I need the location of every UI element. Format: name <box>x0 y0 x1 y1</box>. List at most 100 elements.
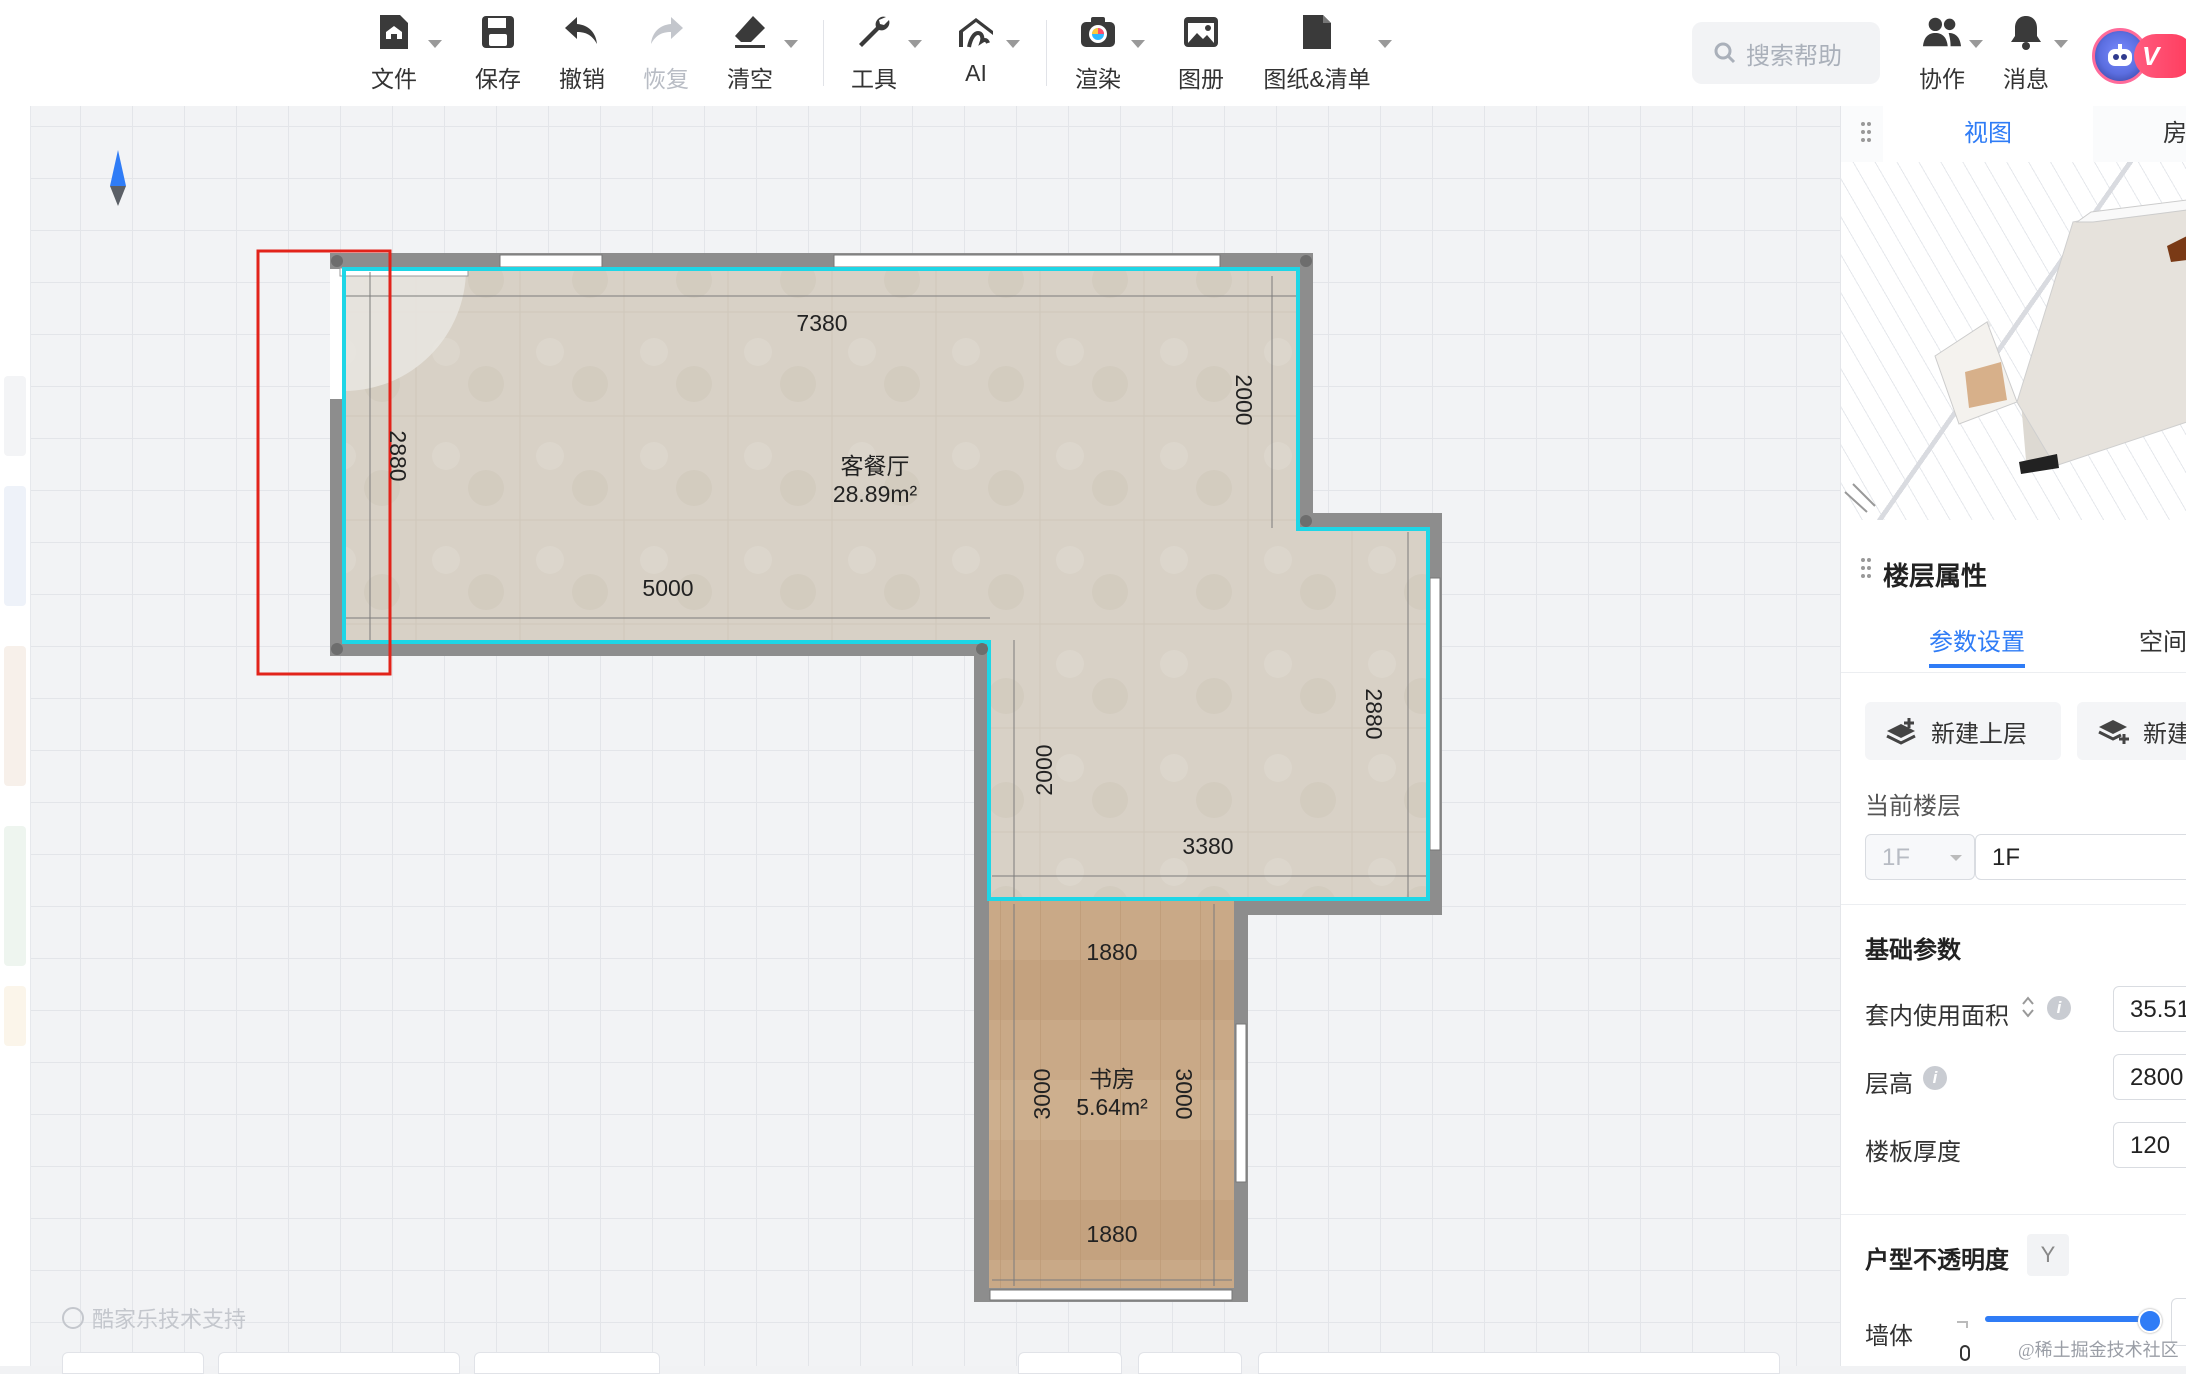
tab-room[interactable]: 房 <box>2163 106 2186 162</box>
dim-top-width: 7380 <box>796 310 847 336</box>
info-icon[interactable]: i <box>2047 996 2071 1020</box>
top-toolbar: 文件 保存 撤销 恢复 清空 工具 AI 渲染 图册 图纸&清单 搜索帮助 协作… <box>0 0 2186 107</box>
render-chevron-down-icon[interactable] <box>1131 40 1145 48</box>
file-menu-button[interactable]: 文件 <box>368 12 420 98</box>
drag-handle-icon[interactable] <box>1861 558 1871 582</box>
left-side-panel[interactable] <box>0 106 31 1366</box>
drawings-chevron-down-icon[interactable] <box>1378 40 1392 48</box>
dim-inner-vertical: 2000 <box>1031 744 1057 795</box>
dim-study-top: 1880 <box>1086 939 1137 965</box>
dim-study-right: 3000 <box>1171 1068 1197 1119</box>
layers-add-icon <box>2098 720 2129 744</box>
render-menu-button[interactable]: 渲染 <box>1072 12 1124 98</box>
active-tab-indicator <box>1929 664 2025 668</box>
image-album-icon <box>1181 12 1221 52</box>
link-chain-icon[interactable] <box>1955 1312 1975 1366</box>
vip-badge[interactable]: V <box>2134 34 2186 78</box>
divider <box>1841 904 2186 905</box>
bottom-tab[interactable] <box>474 1352 660 1374</box>
tech-support-credit: 酷家乐技术支持 <box>62 1302 246 1334</box>
living-dining-floor[interactable] <box>344 269 1428 899</box>
shield-check-icon <box>62 1307 84 1329</box>
room-area-study: 5.64m² <box>1076 1094 1148 1120</box>
collaborate-button[interactable]: 协作 <box>1912 12 1972 98</box>
right-properties-panel: 视图 房 楼层属性 参数设置 空间 新建上层 新建 当前楼层 1F 1F 基础参… <box>1840 106 2186 1366</box>
save-button[interactable]: 保存 <box>472 12 524 98</box>
floor-height-input[interactable]: 2800 <box>2113 1054 2186 1100</box>
floor-properties-title: 楼层属性 <box>1883 561 1988 591</box>
messages-button[interactable]: 消息 <box>2000 12 2052 98</box>
eraser-icon <box>730 12 770 52</box>
slab-thickness-label: 楼板厚度 <box>1865 1139 1961 1166</box>
ai-menu-button[interactable]: AI <box>950 12 1002 98</box>
tools-chevron-down-icon[interactable] <box>908 40 922 48</box>
drag-handle-icon[interactable] <box>1861 122 1871 146</box>
floor-name-input[interactable]: 1F <box>1975 834 2186 880</box>
bottom-tab[interactable] <box>1258 1352 1780 1374</box>
dim-right-lower: 2880 <box>1361 688 1387 739</box>
watermark-text: @稀土掘金技术社区 <box>2018 1340 2179 1360</box>
clear-chevron-down-icon[interactable] <box>784 40 798 48</box>
compass-north-icon[interactable] <box>110 150 126 206</box>
search-icon <box>1714 42 1736 64</box>
floorplan-drawing: 客餐厅 28.89m² 书房 5.64m² 7380 2000 2880 500… <box>110 150 1442 1302</box>
file-home-icon <box>374 12 414 52</box>
tools-menu-button[interactable]: 工具 <box>848 12 900 98</box>
left-panel-item[interactable] <box>4 826 26 966</box>
divider <box>1841 1214 2186 1215</box>
slab-thickness-input[interactable]: 120 <box>2113 1122 2186 1168</box>
left-panel-item[interactable] <box>4 376 26 456</box>
layers-add-icon <box>1886 718 1916 745</box>
basic-params-title: 基础参数 <box>1865 937 1961 964</box>
camera-icon <box>1078 12 1118 52</box>
usable-area-input[interactable]: 35.51 <box>2113 986 2186 1032</box>
left-panel-item[interactable] <box>4 486 26 606</box>
dim-left-height: 2880 <box>385 430 411 481</box>
dim-study-bottom: 1880 <box>1086 1221 1137 1247</box>
bottom-tab[interactable] <box>1138 1352 1242 1374</box>
file-chevron-down-icon[interactable] <box>428 40 442 48</box>
collaborate-chevron-down-icon[interactable] <box>1969 40 1983 48</box>
view-tabs: 视图 房 <box>1841 106 2186 163</box>
help-search-input[interactable]: 搜索帮助 <box>1692 22 1880 84</box>
floorplan-canvas[interactable]: 客餐厅 28.89m² 书房 5.64m² 7380 2000 2880 500… <box>0 106 1840 1366</box>
robot-avatar-icon <box>2108 44 2132 66</box>
left-panel-item[interactable] <box>4 986 26 1046</box>
bottom-tab[interactable] <box>62 1352 204 1374</box>
3d-preview[interactable] <box>1841 162 2186 520</box>
bottom-tab[interactable] <box>218 1352 460 1374</box>
drawings-list-menu-button[interactable]: 图纸&清单 <box>1262 12 1372 98</box>
redo-button[interactable]: 恢复 <box>640 12 692 98</box>
room-name-living: 客餐厅 <box>841 453 910 479</box>
dim-bottom-width: 3380 <box>1182 833 1233 859</box>
wall-opacity-slider-track[interactable] <box>1985 1309 2163 1333</box>
clear-button[interactable]: 清空 <box>724 12 776 98</box>
opacity-shortcut-key[interactable]: Y <box>2027 1234 2069 1276</box>
undo-button[interactable]: 撤销 <box>556 12 608 98</box>
tab-view[interactable]: 视图 <box>1883 106 2093 162</box>
info-icon[interactable]: i <box>1923 1066 1947 1090</box>
left-panel-item[interactable] <box>4 646 26 786</box>
sort-toggle-icon[interactable] <box>2021 994 2035 1020</box>
tab-space[interactable]: 空间 <box>2139 622 2186 657</box>
dim-study-left: 3000 <box>1029 1068 1055 1119</box>
undo-icon <box>562 12 602 52</box>
ai-house-icon <box>956 12 996 52</box>
dim-inner-width: 5000 <box>642 575 693 601</box>
room-area-living: 28.89m² <box>833 481 918 507</box>
room-name-study: 书房 <box>1089 1066 1135 1092</box>
wall-opacity-slider-thumb[interactable] <box>2138 1309 2163 1333</box>
current-floor-label: 当前楼层 <box>1865 793 1961 820</box>
opacity-title: 户型不透明度 <box>1865 1247 2009 1274</box>
messages-chevron-down-icon[interactable] <box>2054 40 2068 48</box>
album-button[interactable]: 图册 <box>1175 12 1227 98</box>
bottom-tab[interactable] <box>1018 1352 1122 1374</box>
floor-select-dropdown[interactable]: 1F <box>1865 834 1975 880</box>
new-upper-floor-button[interactable]: 新建上层 <box>1865 702 2061 760</box>
redo-icon <box>646 12 686 52</box>
divider <box>1841 672 2186 673</box>
tab-parameter-settings[interactable]: 参数设置 <box>1929 622 2025 657</box>
ai-chevron-down-icon[interactable] <box>1006 40 1020 48</box>
new-lower-floor-button[interactable]: 新建 <box>2077 702 2186 760</box>
usable-area-label: 套内使用面积 <box>1865 1003 2009 1030</box>
